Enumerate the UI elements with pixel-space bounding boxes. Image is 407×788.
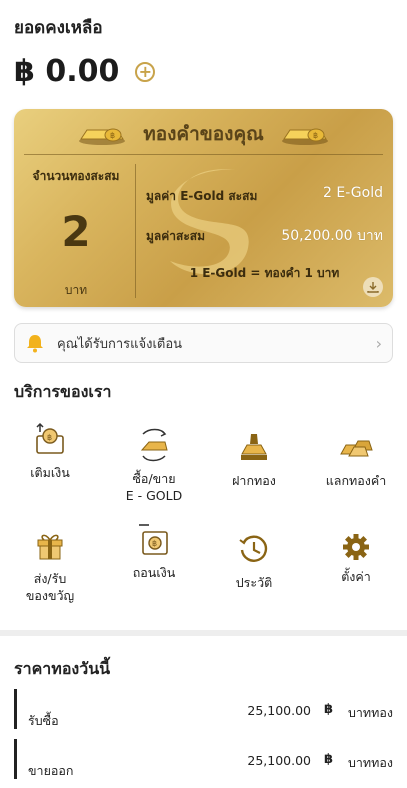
service-deposit[interactable]: ฿ เติมเงิน [2, 422, 98, 481]
service-exchange-gold[interactable]: แลกทองคำ [308, 430, 404, 489]
chevron-right-icon: › [375, 333, 382, 353]
service-label: ส่ง/รับ ของขวัญ [25, 571, 75, 603]
gold-card[interactable]: ฿ ทองคำของคุณ ฿ จำนวนทองสะสม 2 บาท มูลค่… [14, 109, 393, 307]
gold-bar-icon: ฿ [79, 128, 126, 145]
svg-text:฿: ฿ [313, 131, 318, 140]
service-label: ถอนเงิน [132, 565, 176, 580]
deposit-icon: ฿ [36, 422, 64, 454]
egold-value: 2 E-Gold [323, 185, 383, 201]
gold-price-title: ราคาทองวันนี้ [14, 659, 111, 678]
service-label: ฝากทอง [232, 473, 276, 488]
buy-sell-icon [140, 428, 168, 462]
service-label: เติมเงิน [30, 465, 70, 480]
card-title: ทองคำของคุณ [143, 123, 264, 145]
baht-currency-icon: ฿ [323, 752, 333, 767]
svg-text:฿: ฿ [47, 433, 52, 442]
gift-icon [37, 534, 63, 560]
service-withdraw[interactable]: ฿ ถอนเงิน [106, 522, 202, 581]
balance-row: ฿ 0.00 + [14, 54, 156, 89]
price-row-buy: รับซื้อ 25,100.00 ฿ บาททอง [14, 689, 393, 729]
service-label: ประวัติ [235, 575, 273, 590]
exchange-gold-icon [340, 440, 373, 457]
svg-text:฿: ฿ [110, 131, 115, 140]
card-header: ฿ ทองคำของคุณ ฿ [14, 119, 393, 149]
withdraw-icon: ฿ [139, 524, 168, 555]
accumulated-label: จำนวนทองสะสม [32, 169, 120, 183]
card-divider [135, 164, 136, 298]
price-unit: บาททอง [347, 755, 393, 770]
service-label: ซื้อ/ขาย E - GOLD [125, 471, 183, 503]
accumulated-value: 2 [61, 207, 91, 256]
total-value: 50,200.00 บาท [281, 228, 383, 244]
notification-text: คุณได้รับการแจ้งเตือน [57, 336, 183, 352]
service-label: แลกทองคำ [325, 473, 387, 488]
balance-amount: ฿ 0.00 [14, 54, 120, 89]
services-title: บริการของเรา [14, 382, 112, 401]
bell-icon [27, 335, 43, 353]
accumulated-unit: บาท [64, 283, 88, 297]
egold-label: มูลค่า E-Gold สะสม [146, 189, 258, 203]
price-row-marker [14, 689, 17, 729]
egold-rate: 1 E-Gold = ทองคำ 1 บาท [189, 266, 340, 280]
deposit-gold-icon [241, 434, 267, 460]
card-divider [24, 154, 383, 155]
price-label: ขายออก [28, 763, 74, 778]
price-value: 25,100.00 [247, 753, 311, 768]
gold-bar-icon: ฿ [281, 128, 328, 145]
settings-icon [343, 534, 369, 560]
history-icon [239, 535, 268, 562]
plus-circle-icon[interactable]: + [135, 61, 156, 82]
service-history[interactable]: ประวัติ [206, 532, 302, 591]
price-label: รับซื้อ [28, 713, 59, 728]
price-unit: บาททอง [347, 705, 393, 720]
service-buy-sell[interactable]: ซื้อ/ขาย E - GOLD [106, 428, 202, 504]
price-value: 25,100.00 [247, 703, 311, 718]
service-label: ตั้งค่า [341, 569, 371, 584]
total-label: มูลค่าสะสม [146, 229, 206, 243]
service-settings[interactable]: ตั้งค่า [308, 532, 404, 585]
service-deposit-gold[interactable]: ฝากทอง [206, 430, 302, 489]
download-icon[interactable] [363, 277, 383, 297]
notification-bar[interactable]: คุณได้รับการแจ้งเตือน › [14, 323, 393, 363]
balance-title: ยอดคงเหลือ [14, 18, 103, 38]
price-row-sell: ขายออก 25,100.00 ฿ บาททอง [14, 739, 393, 779]
price-row-marker [14, 739, 17, 779]
service-gift[interactable]: ส่ง/รับ ของขวัญ [2, 528, 98, 604]
section-separator [0, 630, 407, 636]
svg-text:฿: ฿ [152, 539, 157, 548]
baht-currency-icon: ฿ [323, 702, 333, 717]
